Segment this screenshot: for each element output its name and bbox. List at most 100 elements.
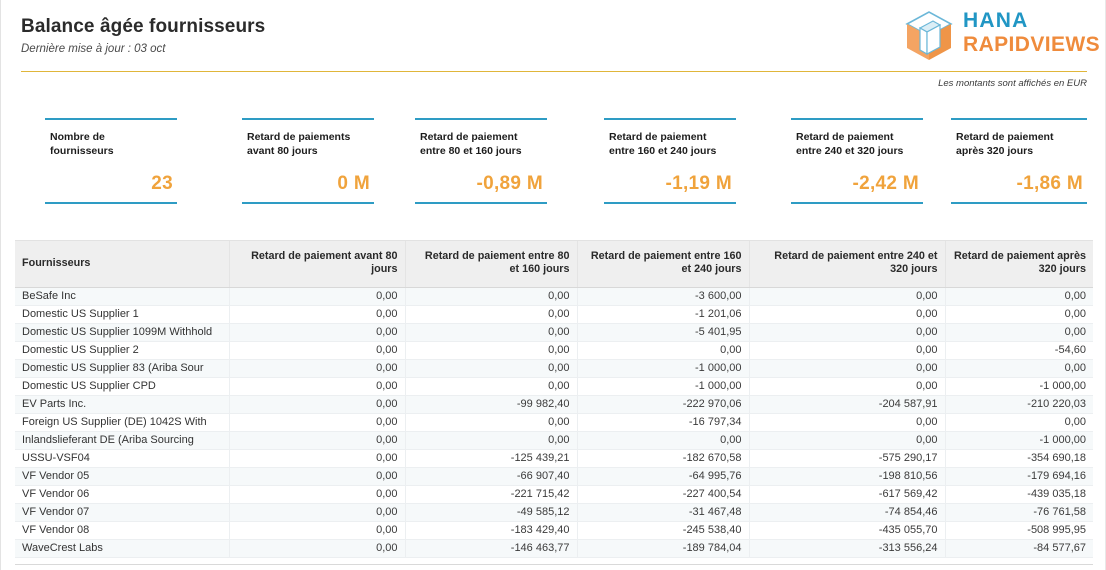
kpi-label: Retard de paiement après 320 jours	[956, 131, 1053, 158]
cell-amount: 0,00	[577, 431, 749, 449]
cell-amount: -245 538,40	[577, 521, 749, 539]
cell-amount: -182 670,58	[577, 449, 749, 467]
cell-supplier-name: Foreign US Supplier (DE) 1042S With	[15, 413, 229, 431]
page-title: Balance âgée fournisseurs	[21, 16, 265, 38]
aging-balance-table[interactable]: Fournisseurs Retard de paiement avant 80…	[15, 240, 1093, 565]
cell-supplier-name: VF Vendor 05	[15, 467, 229, 485]
cell-supplier-name: Domestic US Supplier 1	[15, 305, 229, 323]
column-header-160-240[interactable]: Retard de paiement entre 160 et 240 jour…	[577, 241, 749, 287]
kpi-card-supplier-count[interactable]: Nombre de fournisseurs 23	[45, 118, 177, 204]
cell-amount: 0,00	[229, 449, 405, 467]
cell-amount: -3 600,00	[577, 287, 749, 305]
cell-amount: -146 463,77	[405, 539, 577, 557]
cell-amount: 0,00	[945, 287, 1093, 305]
kpi-card-80-160-days[interactable]: Retard de paiement entre 80 et 160 jours…	[415, 118, 547, 204]
table-row[interactable]: USSU-VSF040,00-125 439,21-182 670,58-575…	[15, 449, 1093, 467]
cell-amount: -74 854,46	[749, 503, 945, 521]
cell-supplier-name: WaveCrest Labs	[15, 539, 229, 557]
cell-amount: 0,00	[229, 539, 405, 557]
cell-amount: -617 569,42	[749, 485, 945, 503]
kpi-label: Nombre de fournisseurs	[50, 131, 114, 158]
cell-amount: 0,00	[229, 521, 405, 539]
cell-amount: 0,00	[405, 377, 577, 395]
cell-amount: 0,00	[405, 359, 577, 377]
column-header-240-320[interactable]: Retard de paiement entre 240 et 320 jour…	[749, 241, 945, 287]
table-row[interactable]: Foreign US Supplier (DE) 1042S With0,000…	[15, 413, 1093, 431]
kpi-value: 23	[151, 173, 173, 195]
cell-amount: -76 761,58	[945, 503, 1093, 521]
table-row[interactable]: Domestic US Supplier 1099M Withhold0,000…	[15, 323, 1093, 341]
cell-amount: 0,00	[945, 413, 1093, 431]
cell-amount: 0,00	[945, 323, 1093, 341]
cell-amount: 0,00	[229, 305, 405, 323]
cell-supplier-name: VF Vendor 06	[15, 485, 229, 503]
column-header-after-320[interactable]: Retard de paiement après 320 jours	[945, 241, 1093, 287]
cell-amount: 0,00	[749, 359, 945, 377]
table-body: BeSafe Inc0,000,00-3 600,000,000,00Domes…	[15, 287, 1093, 557]
cell-amount: 0,00	[405, 341, 577, 359]
cell-supplier-name: USSU-VSF04	[15, 449, 229, 467]
cell-amount: -125 439,21	[405, 449, 577, 467]
cell-amount: -189 784,04	[577, 539, 749, 557]
kpi-card-before-80-days[interactable]: Retard de paiements avant 80 jours 0 M	[242, 118, 374, 204]
table-row[interactable]: Domestic US Supplier 10,000,00-1 201,060…	[15, 305, 1093, 323]
table-row[interactable]: VF Vendor 050,00-66 907,40-64 995,76-198…	[15, 467, 1093, 485]
cell-amount: 0,00	[405, 287, 577, 305]
cell-amount: 0,00	[749, 341, 945, 359]
column-header-80-160[interactable]: Retard de paiement entre 80 et 160 jours	[405, 241, 577, 287]
cell-amount: 0,00	[405, 323, 577, 341]
table-row[interactable]: EV Parts Inc.0,00-99 982,40-222 970,06-2…	[15, 395, 1093, 413]
cell-amount: 0,00	[749, 377, 945, 395]
cell-amount: 0,00	[229, 431, 405, 449]
cell-amount: 0,00	[229, 323, 405, 341]
table-row[interactable]: VF Vendor 080,00-183 429,40-245 538,40-4…	[15, 521, 1093, 539]
kpi-label: Retard de paiement entre 80 et 160 jours	[420, 131, 522, 158]
cube-logo-icon	[901, 10, 957, 62]
cell-amount: 0,00	[945, 359, 1093, 377]
header-divider	[21, 71, 1087, 72]
cell-supplier-name: Domestic US Supplier 1099M Withhold	[15, 323, 229, 341]
table-row[interactable]: WaveCrest Labs0,00-146 463,77-189 784,04…	[15, 539, 1093, 557]
cell-amount: 0,00	[749, 287, 945, 305]
kpi-label: Retard de paiements avant 80 jours	[247, 131, 350, 158]
cell-amount: -439 035,18	[945, 485, 1093, 503]
cell-amount: 0,00	[229, 359, 405, 377]
cell-amount: -99 982,40	[405, 395, 577, 413]
cell-amount: -16 797,34	[577, 413, 749, 431]
kpi-card-160-240-days[interactable]: Retard de paiement entre 160 et 240 jour…	[604, 118, 736, 204]
kpi-value: -1,19 M	[665, 173, 732, 195]
table-row[interactable]: Domestic US Supplier CPD0,000,00-1 000,0…	[15, 377, 1093, 395]
cell-amount: -575 290,17	[749, 449, 945, 467]
table-row[interactable]: Domestic US Supplier 83 (Ariba Sour0,000…	[15, 359, 1093, 377]
cell-amount: -84 577,67	[945, 539, 1093, 557]
table-row[interactable]: VF Vendor 060,00-221 715,42-227 400,54-6…	[15, 485, 1093, 503]
column-header-before-80[interactable]: Retard de paiement avant 80 jours	[229, 241, 405, 287]
cell-amount: 0,00	[229, 467, 405, 485]
brand-name-hana: HANA	[963, 9, 1100, 33]
column-header-fournisseurs[interactable]: Fournisseurs	[15, 241, 229, 287]
cell-amount: -1 201,06	[577, 305, 749, 323]
cell-amount: -435 055,70	[749, 521, 945, 539]
cell-amount: -5 401,95	[577, 323, 749, 341]
table-row[interactable]: BeSafe Inc0,000,00-3 600,000,000,00	[15, 287, 1093, 305]
table-row[interactable]: Domestic US Supplier 20,000,000,000,00-5…	[15, 341, 1093, 359]
cell-supplier-name: BeSafe Inc	[15, 287, 229, 305]
table-row[interactable]: Inlandslieferant DE (Ariba Sourcing0,000…	[15, 431, 1093, 449]
cell-amount: 0,00	[229, 287, 405, 305]
cell-supplier-name: Inlandslieferant DE (Ariba Sourcing	[15, 431, 229, 449]
currency-note: Les montants sont affichés en EUR	[938, 78, 1087, 89]
cell-amount: 0,00	[229, 413, 405, 431]
cell-amount: 0,00	[229, 341, 405, 359]
cell-amount: -204 587,91	[749, 395, 945, 413]
table-row[interactable]: VF Vendor 070,00-49 585,12-31 467,48-74 …	[15, 503, 1093, 521]
kpi-card-240-320-days[interactable]: Retard de paiement entre 240 et 320 jour…	[791, 118, 923, 204]
cell-amount: -221 715,42	[405, 485, 577, 503]
cell-amount: 0,00	[749, 413, 945, 431]
cell-amount: -198 810,56	[749, 467, 945, 485]
cell-amount: -54,60	[945, 341, 1093, 359]
kpi-card-after-320-days[interactable]: Retard de paiement après 320 jours -1,86…	[951, 118, 1087, 204]
cell-amount: -354 690,18	[945, 449, 1093, 467]
cell-amount: -66 907,40	[405, 467, 577, 485]
cell-supplier-name: Domestic US Supplier 83 (Ariba Sour	[15, 359, 229, 377]
cell-amount: 0,00	[229, 503, 405, 521]
